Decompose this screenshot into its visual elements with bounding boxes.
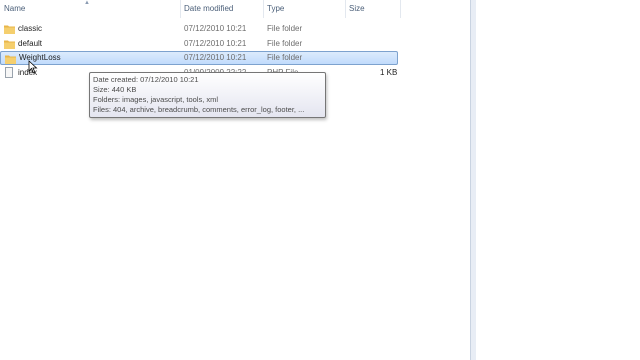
folder-icon [4,25,15,34]
file-type: File folder [267,39,303,48]
file-row-weightloss[interactable]: WeightLoss 07/12/2010 10:21 File folder [0,51,398,65]
file-date-modified: 07/12/2010 10:21 [184,53,247,62]
php-file-icon [5,67,13,78]
folder-info-tooltip: Date created: 07/12/2010 10:21 Size: 440… [89,72,326,118]
tooltip-size: Size: 440 KB [93,85,137,94]
file-type: File folder [267,53,303,62]
file-row-default[interactable]: default 07/12/2010 10:21 File folder [0,37,398,51]
folder-icon [4,40,15,49]
tooltip-files: Files: 404, archive, breadcrumb, comment… [93,105,305,114]
file-explorer-pane: ▲ Name Date modified Type Size classic 0… [0,0,470,360]
file-name: default [18,39,43,48]
file-type: File folder [267,24,303,33]
column-divider[interactable] [345,0,346,18]
file-date-modified: 07/12/2010 10:21 [184,39,247,48]
column-header-row: ▲ Name Date modified Type Size [0,0,470,18]
file-size: 1 KB [380,68,398,77]
column-divider[interactable] [400,0,401,18]
column-divider[interactable] [180,0,181,18]
folder-icon [5,55,16,64]
tooltip-date-created: Date created: 07/12/2010 10:21 [93,75,199,84]
column-header-date-modified[interactable]: Date modified [184,0,233,18]
file-name: classic [18,24,43,33]
tooltip-folders: Folders: images, javascript, tools, xml [93,95,219,104]
file-date-modified: 07/12/2010 10:21 [184,24,247,33]
sort-arrow-icon: ▲ [84,0,90,6]
mouse-cursor-icon [28,60,38,74]
column-header-type[interactable]: Type [267,0,284,18]
file-row-classic[interactable]: classic 07/12/2010 10:21 File folder [0,22,398,36]
column-header-size[interactable]: Size [349,0,365,18]
desktop-background [476,0,640,360]
file-name: WeightLoss [19,53,61,62]
column-header-name[interactable]: Name [4,0,25,18]
column-divider[interactable] [263,0,264,18]
